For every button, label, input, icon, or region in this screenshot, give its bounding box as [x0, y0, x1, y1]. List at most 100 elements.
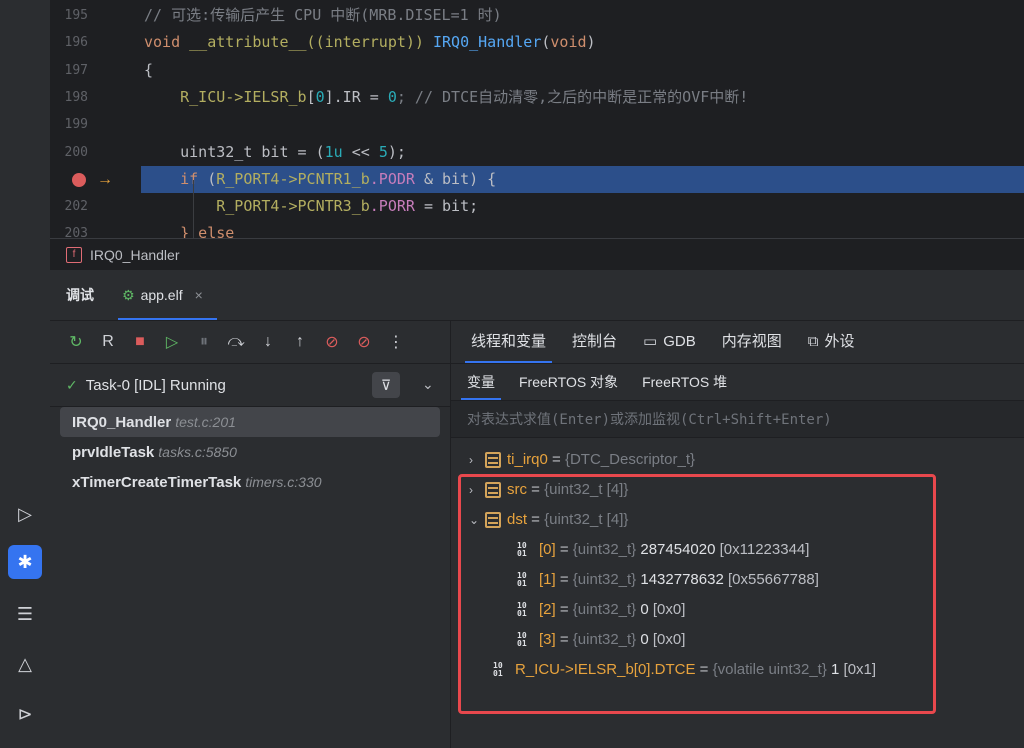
- tab-label: 内存视图: [721, 333, 782, 350]
- terminal-icon: ▭: [643, 333, 658, 350]
- code-token: [: [306, 87, 316, 106]
- frame-function: IRQ0_Handler: [72, 414, 172, 431]
- tab-1[interactable]: 线程和变量: [465, 321, 553, 363]
- subtab-1[interactable]: 变量: [455, 364, 507, 400]
- variable-row[interactable]: 10 01 [2] = {uint32_t} 0 [0x0]: [517, 595, 685, 625]
- thread-label: Task-0 [IDL] Running: [85, 376, 226, 394]
- variable-name: R_ICU->IELSR_b[0].DTCE: [515, 661, 696, 678]
- variable-subtabs: 变量 FreeRTOS 对象 FreeRTOS 堆: [451, 364, 1024, 400]
- breadcrumb-function[interactable]: IRQ0_Handler: [90, 247, 180, 263]
- code-token: R_ICU->IELSR_b: [144, 87, 307, 106]
- build-icon[interactable]: △: [8, 647, 42, 681]
- stack-frame[interactable]: xTimerCreateTimerTask timers.c:330: [60, 467, 440, 497]
- stack-frame[interactable]: prvIdleTask tasks.c:5850: [60, 437, 440, 467]
- binary-icon: 10 01: [517, 541, 527, 559]
- chevron-down-icon[interactable]: ⌄: [422, 376, 434, 393]
- thread-selector[interactable]: ✓ Task-0 [IDL] Running ⊽ ⌄: [50, 363, 450, 407]
- tab-3[interactable]: ▭ GDB: [637, 321, 702, 363]
- variable-name: src: [507, 481, 527, 498]
- stop-icon[interactable]: ■: [124, 333, 156, 351]
- code-token: R_PORT4->PCNTR1_b: [216, 169, 370, 188]
- restart-icon[interactable]: R: [92, 333, 124, 351]
- services-icon[interactable]: ⊳: [8, 697, 42, 731]
- variable-equals: =: [527, 481, 545, 498]
- variable-hex: [0x11223344]: [715, 541, 810, 558]
- tab-label: 控制台: [572, 333, 618, 350]
- structure-icon: [485, 512, 501, 529]
- variable-row[interactable]: 10 01 [0] = {uint32_t} 287454020 [0x112233…: [517, 535, 809, 565]
- binary-icon: 10 01: [517, 631, 527, 649]
- chevron-right-icon[interactable]: ›: [469, 445, 485, 475]
- run-icon[interactable]: ▷: [8, 497, 42, 531]
- variable-row[interactable]: 10 01 [3] = {uint32_t} 0 [0x0]: [517, 625, 685, 655]
- tool-window-title: 调试: [66, 287, 94, 303]
- variable-name: dst: [507, 511, 528, 528]
- variable-row[interactable]: 10 01 R_ICU->IELSR_b[0].DTCE = {volatile u…: [493, 655, 876, 685]
- code-token: R_PORT4->PCNTR3_b: [144, 197, 370, 216]
- variable-type: {uint32_t [4]}: [544, 481, 629, 498]
- code-token: .PORR: [369, 197, 415, 216]
- code-token: void: [144, 33, 190, 52]
- subtab-3[interactable]: FreeRTOS 堆: [630, 364, 739, 400]
- filter-icon[interactable]: ⊽: [372, 372, 400, 398]
- evaluate-input[interactable]: [465, 401, 1009, 439]
- resume-icon[interactable]: ▷: [156, 332, 188, 352]
- line-number: 197: [64, 62, 88, 78]
- variable-type: {uint32_t}: [572, 571, 637, 588]
- code-token: 0: [315, 87, 325, 106]
- pause-icon[interactable]: ⏸: [188, 333, 220, 351]
- close-icon[interactable]: ×: [195, 287, 203, 303]
- step-into-icon[interactable]: ↓: [252, 333, 284, 351]
- variable-name: [3]: [539, 631, 556, 648]
- chip-icon: ⧉: [807, 333, 819, 350]
- indent-guide: [193, 180, 194, 238]
- variable-type: {uint32_t}: [572, 541, 637, 558]
- tab-label: GDB: [663, 333, 696, 350]
- step-out-icon[interactable]: ↑: [284, 333, 316, 351]
- variable-value: 0: [636, 631, 649, 648]
- variable-equals: =: [695, 661, 713, 678]
- stack-frame[interactable]: IRQ0_Handler test.c:201: [60, 407, 440, 437]
- variable-row[interactable]: › src = {uint32_t [4]}: [469, 475, 628, 505]
- session-tab-label: app.elf: [140, 287, 183, 303]
- code-line: 197 {: [50, 57, 1024, 84]
- line-number: 200: [64, 144, 88, 160]
- frame-location: timers.c:330: [245, 474, 322, 490]
- breakpoint-icon[interactable]: [72, 172, 86, 187]
- chevron-down-icon[interactable]: ⌄: [469, 505, 485, 535]
- code-token: .PODR: [369, 169, 415, 188]
- tab-2[interactable]: 控制台: [566, 321, 623, 363]
- structure-icon[interactable]: ☰: [8, 597, 42, 631]
- variable-value: 1: [826, 661, 840, 678]
- variable-type: {uint32_t}: [572, 631, 637, 648]
- variable-row[interactable]: ⌄ dst = {uint32_t [4]}: [469, 505, 628, 535]
- rerun-icon[interactable]: ↻: [60, 332, 92, 352]
- variable-equals: =: [555, 571, 573, 588]
- session-tab[interactable]: ⚙ app.elf ×: [118, 270, 217, 320]
- line-number: 202: [64, 199, 88, 215]
- debug-toolbar: ↻ R ■ ▷ ⏸ ⤼ ↓ ↑ ⊘ ⊘ ⋮: [50, 321, 460, 363]
- code-text: // 可选:传输后产生 CPU 中断(MRB.DISEL=1 时): [144, 2, 502, 29]
- variable-row[interactable]: › ti_irq0 = {DTC_Descriptor_t}: [469, 445, 695, 475]
- line-number: 198: [64, 89, 88, 105]
- variable-row[interactable]: 10 01 [1] = {uint32_t} 1432778632 [0x55667…: [517, 565, 819, 595]
- variable-name: [0]: [539, 541, 556, 558]
- execution-arrow-icon: →: [97, 170, 113, 188]
- code-text: {: [144, 57, 153, 84]
- subtab-2[interactable]: FreeRTOS 对象: [507, 364, 630, 400]
- tab-4[interactable]: 内存视图: [716, 321, 788, 363]
- variable-equals: =: [555, 601, 573, 618]
- step-over-icon[interactable]: ⤼: [220, 333, 252, 351]
- code-editor[interactable]: 203 } else 202 R_PORT4->PCNTR3_b.PORR = b…: [50, 0, 1024, 238]
- chevron-right-icon[interactable]: ›: [469, 475, 485, 505]
- code-text: } else: [144, 220, 234, 238]
- more-icon[interactable]: ⋮: [380, 332, 412, 352]
- view-breakpoints-icon[interactable]: ⊘: [316, 332, 348, 352]
- line-number: 199: [64, 117, 88, 133]
- debug-icon[interactable]: ✱: [8, 545, 42, 579]
- structure-icon: [485, 452, 501, 469]
- tab-5[interactable]: ⧉ 外设: [802, 321, 861, 363]
- mute-breakpoints-icon[interactable]: ⊘: [348, 332, 380, 352]
- binary-icon: 10 01: [493, 661, 503, 679]
- frame-function: xTimerCreateTimerTask: [72, 474, 242, 491]
